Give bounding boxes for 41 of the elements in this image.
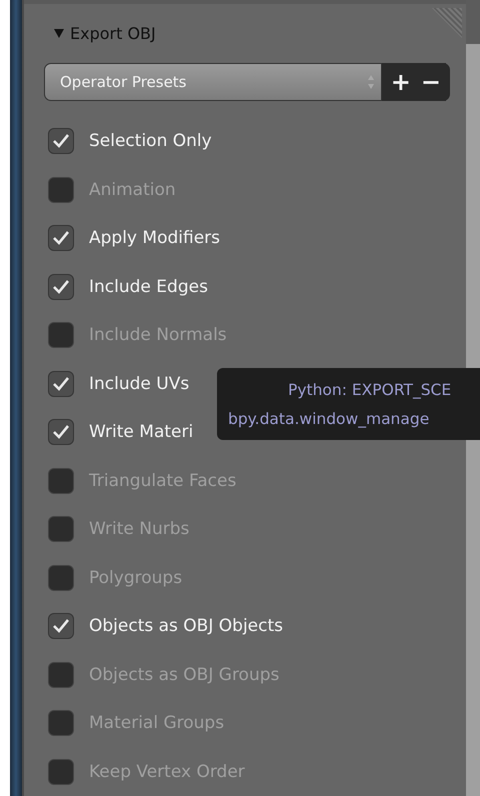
presets-dropdown[interactable]: Operator Presets [44,63,382,101]
option-label[interactable]: Write Materi [89,422,194,442]
panel-title[interactable]: Export OBJ [70,24,156,44]
tooltip-text: Python: EXPORT_SCE [287,380,452,401]
checkbox[interactable] [48,176,74,203]
checkbox[interactable] [48,274,74,300]
option-label[interactable]: Material Groups [89,713,224,734]
checkmark-icon [52,278,70,295]
option-label[interactable]: Animation [89,180,176,200]
option-label[interactable]: Write Nurbs [89,519,190,540]
checkbox[interactable] [48,468,74,494]
checkmark-icon [52,230,70,246]
checkbox[interactable] [48,370,74,397]
option-label[interactable]: Selection Only [89,131,212,152]
checkmark-icon [52,424,70,440]
option-label[interactable]: Include UVs [89,374,190,394]
checkmark-icon [52,618,70,634]
checkbox[interactable] [48,613,74,640]
option-label[interactable]: Include Normals [89,325,227,346]
up-down-arrows-icon [366,74,375,90]
option-label[interactable]: Include Edges [89,276,208,297]
option-label[interactable]: Objects as OBJ Groups [89,664,280,685]
scrollbar[interactable] [466,0,480,796]
option-label[interactable]: Apply Modifiers [89,228,220,248]
tooltip-text: bpy.data.window_manage [228,409,430,430]
checkbox[interactable] [48,225,74,252]
checkbox[interactable] [48,758,74,785]
option-label[interactable]: Objects as OBJ Objects [89,616,283,636]
checkbox[interactable] [48,419,74,446]
checkbox[interactable] [48,564,74,591]
checkbox[interactable] [48,710,74,736]
option-label[interactable]: Triangulate Faces [89,470,236,491]
checkmark-icon [52,376,70,392]
checkbox[interactable] [48,322,74,348]
checkbox[interactable] [48,662,74,688]
checkbox[interactable] [48,516,74,542]
checkbox[interactable] [48,128,74,154]
option-label[interactable]: Keep Vertex Order [89,762,245,782]
checkmark-icon [52,133,70,150]
option-label[interactable]: Polygroups [89,568,182,588]
disclosure-triangle-icon[interactable] [54,29,64,38]
